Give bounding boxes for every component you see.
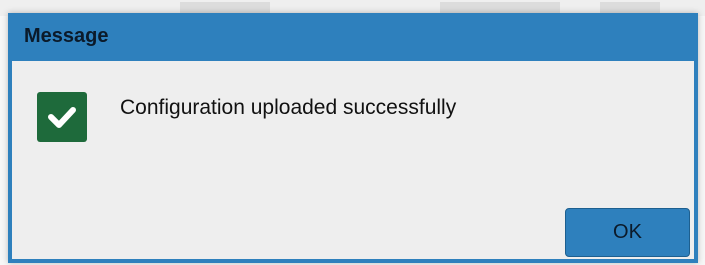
- dialog-title: Message: [24, 25, 109, 47]
- success-check-icon: [37, 92, 87, 142]
- checkmark-icon: [48, 107, 76, 128]
- dialog-titlebar[interactable]: Message: [8, 13, 698, 61]
- ok-button[interactable]: OK: [565, 208, 690, 257]
- dialog-body: Configuration uploaded successfully OK: [12, 61, 694, 259]
- message-dialog: Message Configuration uploaded successfu…: [8, 13, 698, 263]
- dialog-message: Configuration uploaded successfully: [120, 96, 457, 119]
